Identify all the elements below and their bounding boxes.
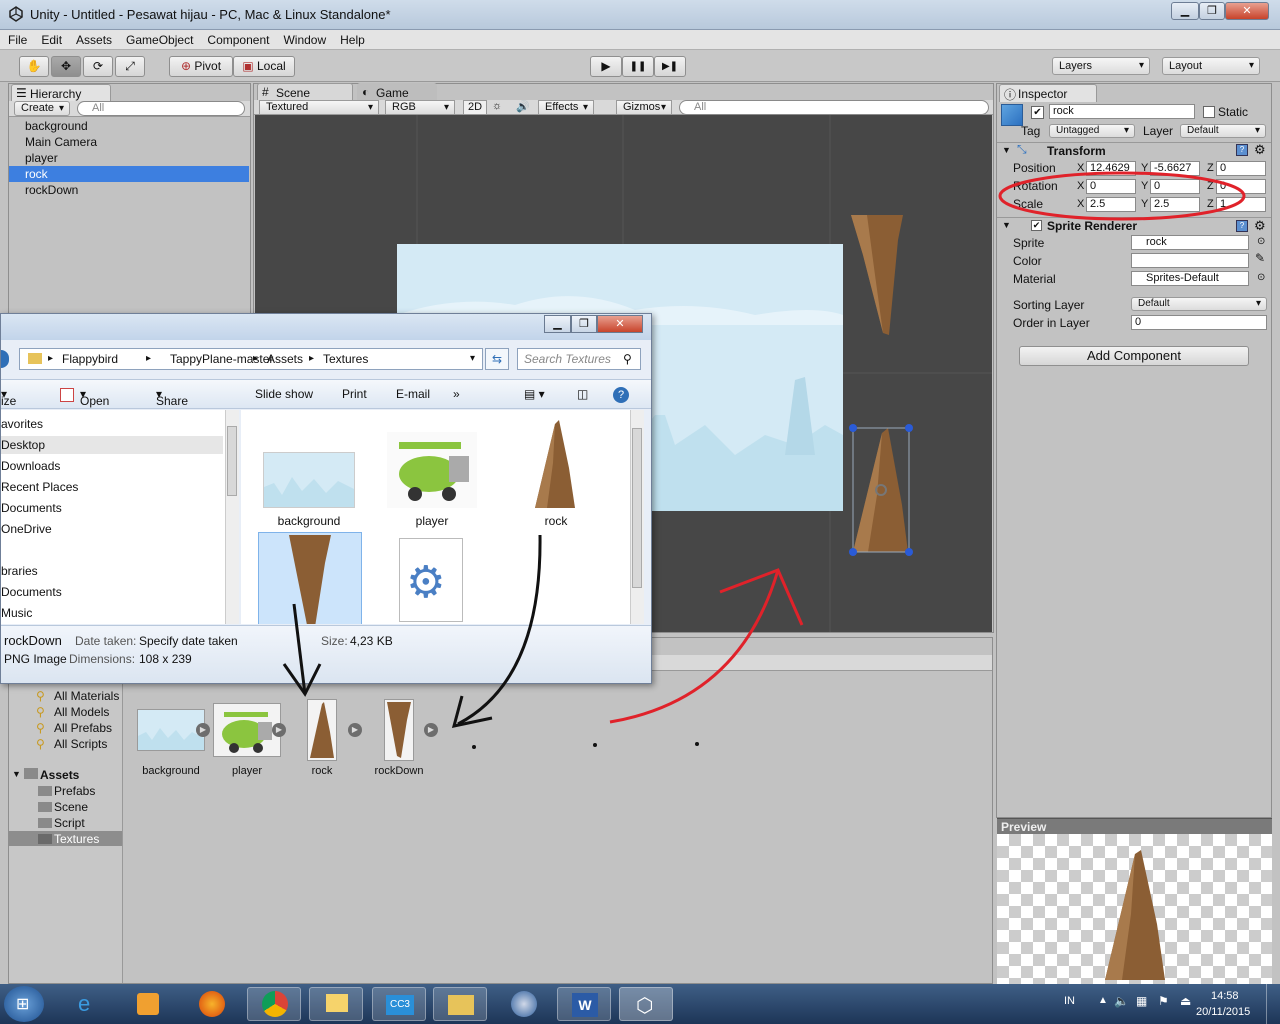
taskbar-thunderbird-icon[interactable]: [496, 987, 550, 1021]
annotation-dot: [472, 745, 476, 749]
tray-arrow-icon[interactable]: ▲: [1098, 995, 1108, 1006]
network-icon[interactable]: ▦: [1136, 994, 1147, 1008]
annotation-dot: [593, 743, 597, 747]
media-player-icon: [137, 993, 159, 1015]
show-desktop-button[interactable]: [1266, 984, 1280, 1024]
taskbar-explorer-icon[interactable]: [433, 987, 487, 1021]
usb-icon[interactable]: ⏏: [1180, 994, 1191, 1008]
clock-time[interactable]: 14:58: [1211, 990, 1239, 1002]
unity-icon: ⬡: [636, 995, 654, 1017]
folder-icon: [448, 995, 474, 1015]
annotation-red-arrow: [609, 569, 780, 724]
taskbar-media-icon[interactable]: [120, 987, 174, 1021]
mail-icon: [326, 994, 348, 1012]
word-icon: W: [572, 993, 598, 1017]
cc3-icon: CC3: [386, 995, 414, 1015]
taskbar: ⊞ e CC3 W ⬡ IN ▲ 🔈 ▦ ⚑ ⏏ 14:58 20/11/201…: [0, 984, 1280, 1024]
taskbar-cc3-icon[interactable]: CC3: [372, 987, 426, 1021]
chrome-icon: [262, 991, 288, 1017]
taskbar-word-icon[interactable]: W: [557, 987, 611, 1021]
windows-logo-icon: ⊞: [16, 996, 30, 1013]
language-indicator[interactable]: IN: [1064, 995, 1075, 1007]
annotation-black-arrow-2: [457, 534, 542, 726]
taskbar-chrome-icon[interactable]: [247, 987, 301, 1021]
taskbar-mail-icon[interactable]: [309, 987, 363, 1021]
taskbar-unity-icon[interactable]: ⬡: [619, 987, 673, 1021]
taskbar-ie-icon[interactable]: e: [62, 987, 116, 1021]
clock-date[interactable]: 20/11/2015: [1196, 1006, 1250, 1018]
annotation-overlay: [282, 171, 1246, 749]
thunderbird-icon: [511, 991, 537, 1017]
taskbar-firefox-icon[interactable]: [184, 987, 238, 1021]
firefox-icon: [199, 991, 225, 1017]
annotation-dot: [695, 742, 699, 746]
ie-icon: e: [78, 991, 91, 1016]
flag-icon[interactable]: ⚑: [1158, 994, 1169, 1008]
volume-icon[interactable]: 🔈: [1114, 994, 1129, 1008]
annotation-red-circle: [998, 171, 1246, 221]
